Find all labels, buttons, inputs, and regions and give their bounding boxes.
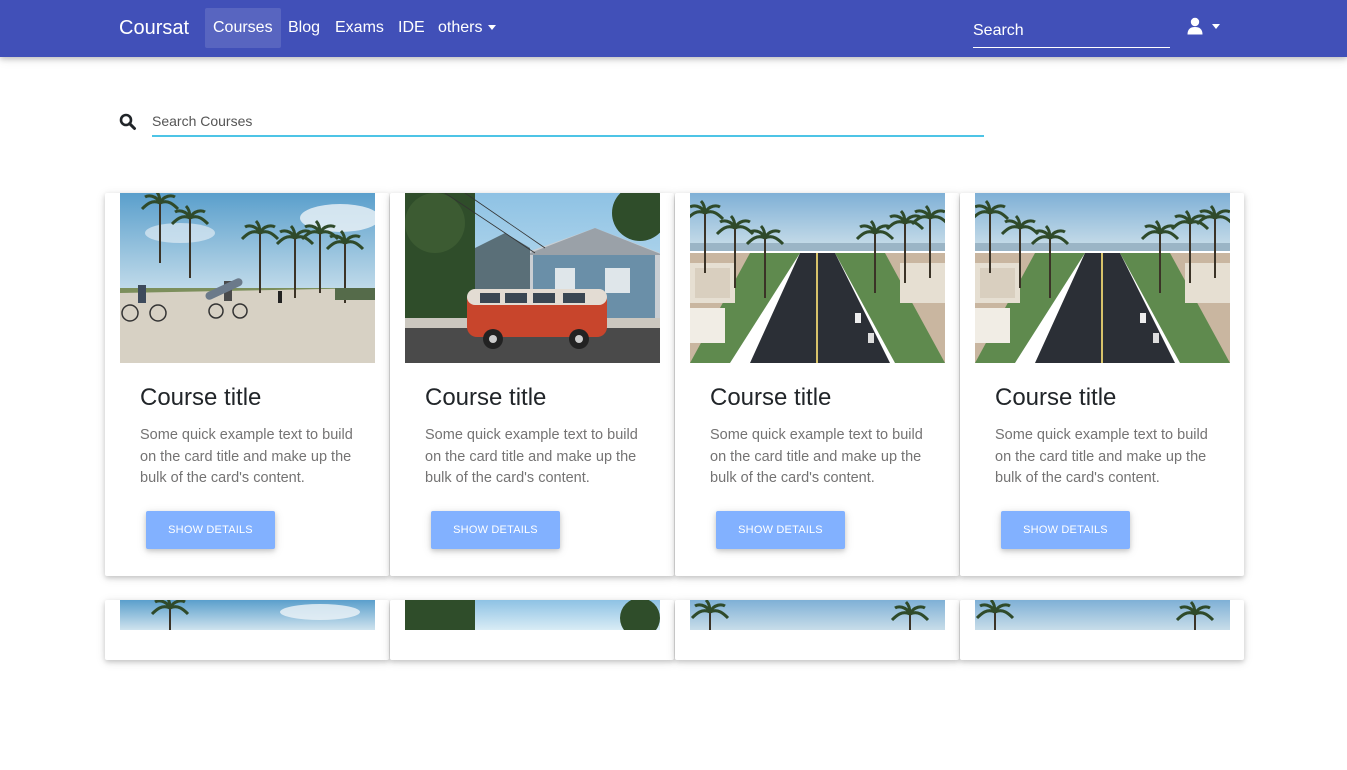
card-text: Some quick example text to build on the … (995, 427, 1208, 486)
chevron-down-icon (488, 25, 497, 31)
course-card: Course title Some quick example text to … (675, 193, 959, 576)
course-card: Course title Some quick example text to … (105, 193, 389, 576)
course-image-red-van (405, 600, 660, 770)
card-title: Course title (140, 384, 262, 411)
top-navbar: Coursat Courses Blog Exams IDE others (0, 0, 1347, 57)
nav-exams[interactable]: Exams (327, 8, 392, 48)
course-image-palm-street (690, 193, 945, 363)
course-image-beach-bikes (120, 600, 375, 770)
card-title: Course title (995, 384, 1117, 411)
course-card (960, 600, 1244, 660)
search-icon (119, 113, 136, 130)
navbar-search-input[interactable] (973, 14, 1170, 48)
nav-others-dropdown[interactable]: others (430, 8, 504, 48)
card-title: Course title (425, 384, 547, 411)
show-details-button[interactable]: Show details (1001, 511, 1130, 549)
user-menu-dropdown[interactable] (1186, 17, 1226, 39)
brand-logo[interactable]: Coursat (119, 15, 189, 41)
card-text: Some quick example text to build on the … (710, 427, 923, 486)
course-card (675, 600, 959, 660)
nav-ide[interactable]: IDE (390, 8, 433, 48)
card-text: Some quick example text to build on the … (140, 427, 353, 486)
show-details-button[interactable]: Show details (431, 511, 560, 549)
course-card (390, 600, 674, 660)
course-search-input[interactable] (152, 106, 984, 137)
card-text: Some quick example text to build on the … (425, 427, 638, 486)
course-image-palm-street (975, 193, 1230, 363)
user-icon (1187, 17, 1203, 35)
nav-blog[interactable]: Blog (280, 8, 328, 48)
nav-others-label: others (438, 19, 483, 36)
course-image-palm-street (690, 600, 945, 770)
chevron-down-icon (1212, 24, 1220, 29)
course-card (105, 600, 389, 660)
card-title: Course title (710, 384, 832, 411)
course-image-beach-bikes (120, 193, 375, 363)
course-card: Course title Some quick example text to … (390, 193, 674, 576)
show-details-button[interactable]: Show details (146, 511, 275, 549)
show-details-button[interactable]: Show details (716, 511, 845, 549)
course-image-palm-street (975, 600, 1230, 770)
nav-courses[interactable]: Courses (205, 8, 281, 48)
course-image-red-van (405, 193, 660, 363)
course-card: Course title Some quick example text to … (960, 193, 1244, 576)
